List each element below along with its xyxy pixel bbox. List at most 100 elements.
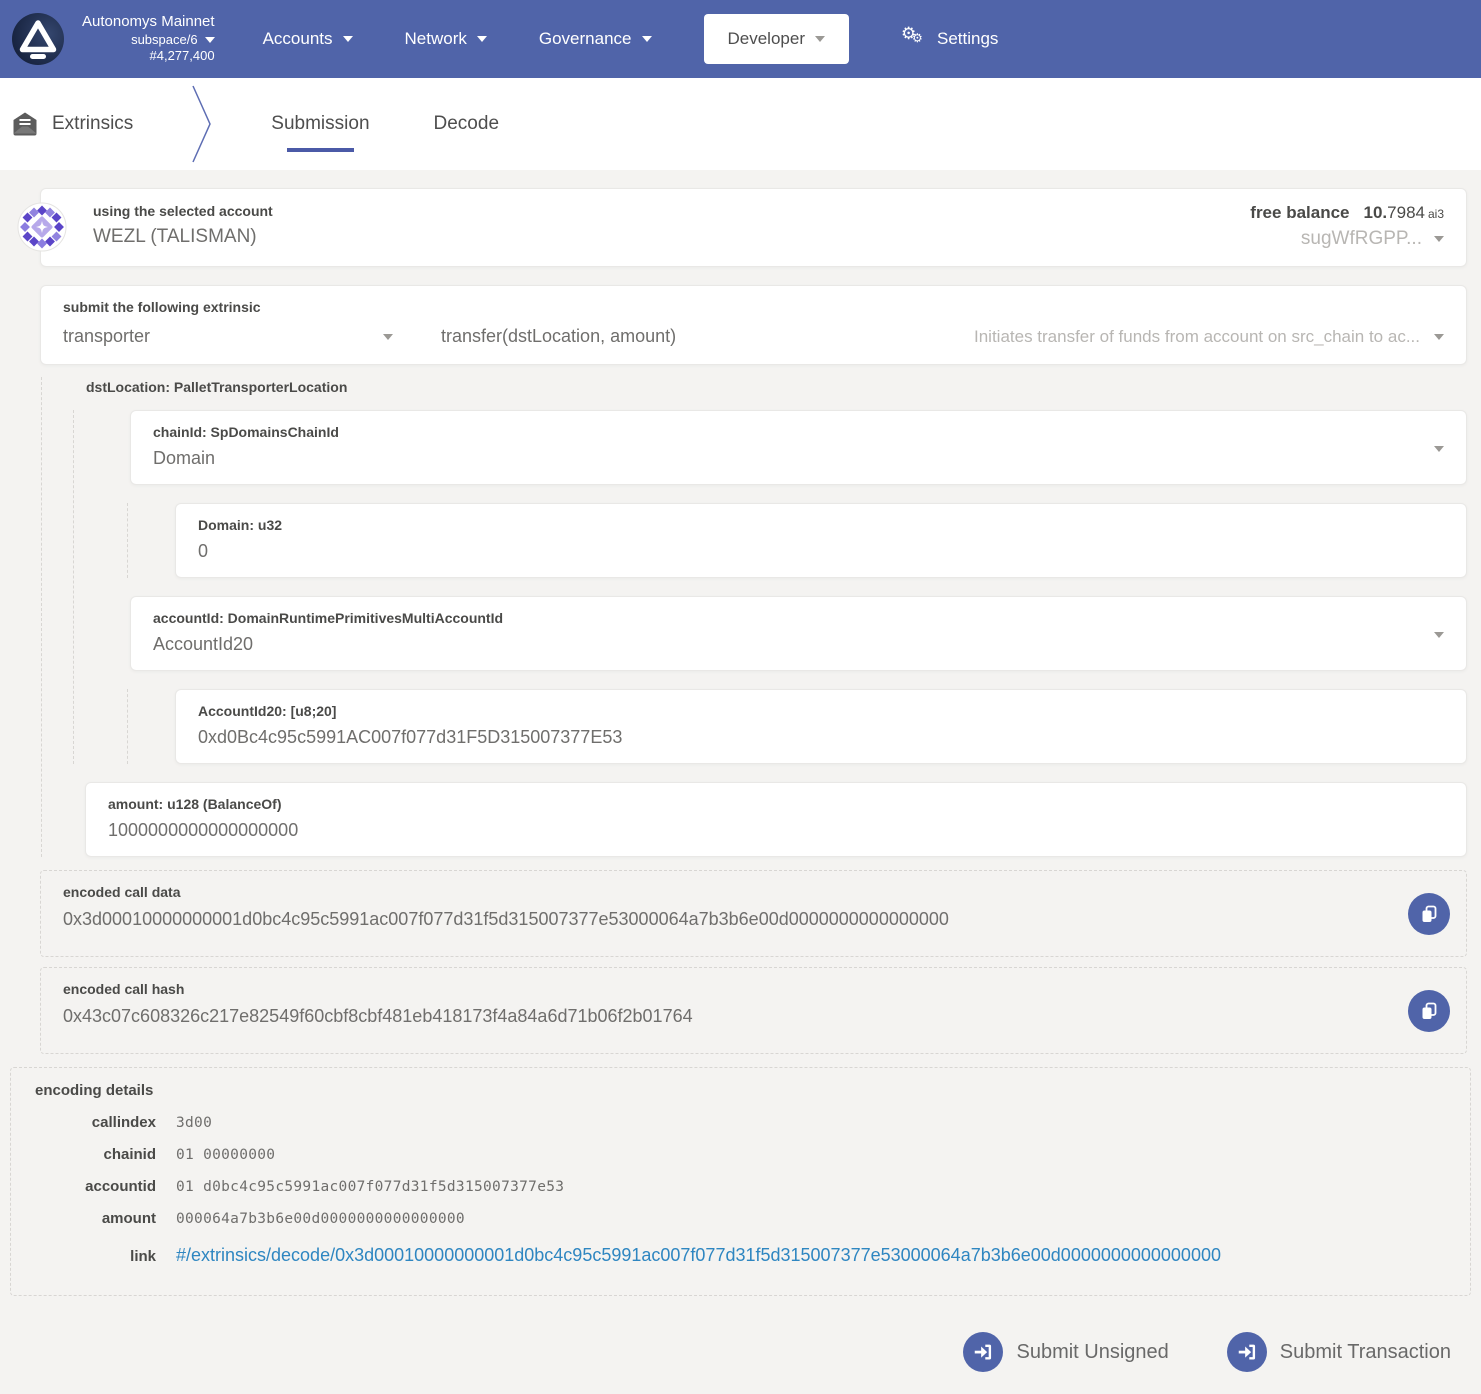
caret-down-icon bbox=[815, 36, 825, 42]
nav-network[interactable]: Network bbox=[405, 29, 487, 49]
encoding-row-value: 000064a7b3b6e00d0000000000000000 bbox=[176, 1203, 465, 1235]
nav-governance[interactable]: Governance bbox=[539, 29, 652, 49]
method-description-text: Initiates transfer of funds from account… bbox=[974, 327, 1420, 347]
encoding-row-label: chainid bbox=[35, 1139, 156, 1171]
page: Autonomys Mainnet subspace/6 #4,277,400 … bbox=[0, 0, 1481, 1394]
encoded-call-data-box: encoded call data 0x3d00010000000001d0bc… bbox=[40, 870, 1467, 957]
decode-link[interactable]: #/extrinsics/decode/0x3d00010000000001d0… bbox=[176, 1235, 1221, 1275]
params-location-children: chainId: SpDomainsChainId Domain Domain:… bbox=[73, 410, 1467, 764]
encoded-call-hash-box: encoded call hash 0x43c07c608326c217e825… bbox=[40, 967, 1467, 1054]
free-balance-value: 10.7984ai3 bbox=[1364, 203, 1444, 223]
account-id20-label: AccountId20: [u8;20] bbox=[198, 703, 1444, 719]
submit-transaction-label: Submit Transaction bbox=[1280, 1341, 1451, 1364]
domain-label: Domain: u32 bbox=[198, 517, 1444, 533]
encoding-row-amount: amount 000064a7b3b6e00d0000000000000000 bbox=[35, 1203, 1446, 1235]
caret-down-icon bbox=[1434, 236, 1444, 242]
amount-input-card: amount: u128 (BalanceOf) bbox=[85, 782, 1467, 857]
block-number-link[interactable]: #4,277,400 bbox=[150, 48, 215, 64]
account-address-short: sugWfRGPP... bbox=[1301, 228, 1422, 250]
account-dropdown[interactable]: sugWfRGPP... bbox=[1301, 228, 1444, 250]
section-title: Extrinsics bbox=[52, 113, 133, 135]
nav-accounts-label: Accounts bbox=[263, 29, 333, 49]
balance-unit: ai3 bbox=[1428, 207, 1444, 221]
encoding-row-label: amount bbox=[35, 1203, 156, 1235]
domain-input[interactable] bbox=[198, 541, 1394, 562]
balance-frac: 7984 bbox=[1387, 203, 1425, 222]
chain-id-children: Domain: u32 bbox=[127, 503, 1467, 578]
method-name: transfer(dstLocation, amount) bbox=[441, 326, 676, 347]
nav-network-label: Network bbox=[405, 29, 467, 49]
tab-submission[interactable]: Submission bbox=[271, 78, 369, 170]
submit-unsigned-label: Submit Unsigned bbox=[1016, 1341, 1168, 1364]
caret-down-icon bbox=[477, 36, 487, 42]
chain-id-select-card[interactable]: chainId: SpDomainsChainId Domain bbox=[130, 410, 1467, 485]
chain-id-label: chainId: SpDomainsChainId bbox=[153, 424, 1444, 440]
domain-input-card: Domain: u32 bbox=[175, 503, 1467, 578]
account-id-value: AccountId20 bbox=[153, 634, 253, 654]
nav-developer-label: Developer bbox=[728, 29, 806, 49]
pallet-name: transporter bbox=[63, 326, 150, 347]
nav-settings-label: Settings bbox=[937, 29, 998, 49]
sign-in-icon bbox=[1227, 1332, 1267, 1372]
free-balance: free balance 10.7984ai3 bbox=[1250, 203, 1444, 223]
account-id-label: accountId: DomainRuntimePrimitivesMultiA… bbox=[153, 610, 1444, 626]
submit-transaction-button[interactable]: Submit Transaction bbox=[1227, 1332, 1451, 1372]
param-dst-location-label: dstLocation: PalletTransporterLocation bbox=[42, 377, 1467, 410]
nav-developer[interactable]: Developer bbox=[704, 14, 850, 64]
autonomys-logo-icon bbox=[10, 11, 66, 67]
amount-input[interactable] bbox=[108, 820, 1391, 841]
copy-call-data-button[interactable] bbox=[1408, 893, 1450, 935]
account-balance-block: free balance 10.7984ai3 sugWfRGPP... bbox=[1250, 203, 1444, 250]
encoded-call-data-value: 0x3d00010000000001d0bc4c95c5991ac007f077… bbox=[63, 909, 949, 929]
submit-unsigned-button[interactable]: Submit Unsigned bbox=[963, 1332, 1168, 1372]
copy-icon bbox=[1419, 1001, 1439, 1021]
encoding-link-label: link bbox=[35, 1241, 156, 1273]
pallet-select[interactable]: transporter bbox=[63, 326, 393, 347]
extrinsic-select-label: submit the following extrinsic bbox=[63, 299, 261, 315]
account-id-children: AccountId20: [u8;20] bbox=[127, 689, 1467, 764]
encoding-row-callindex: callindex 3d00 bbox=[35, 1107, 1446, 1139]
tab-decode[interactable]: Decode bbox=[434, 78, 500, 170]
runtime-selector[interactable]: subspace/6 bbox=[131, 32, 215, 48]
chain-id-value: Domain bbox=[153, 448, 215, 468]
runtime-label: subspace/6 bbox=[131, 32, 198, 48]
caret-down-icon bbox=[383, 334, 393, 340]
params-dst-location-group: dstLocation: PalletTransporterLocation c… bbox=[41, 377, 1467, 857]
extrinsics-submission-panel: using the selected account WEZL (TALISMA… bbox=[0, 170, 1481, 1394]
encoding-row-chainid: chainid 01 00000000 bbox=[35, 1139, 1446, 1171]
account-id-select-card[interactable]: accountId: DomainRuntimePrimitivesMultiA… bbox=[130, 596, 1467, 671]
account-select-card: using the selected account WEZL (TALISMA… bbox=[40, 188, 1467, 267]
app-header: Autonomys Mainnet subspace/6 #4,277,400 … bbox=[0, 0, 1481, 78]
account-info: using the selected account WEZL (TALISMA… bbox=[93, 203, 273, 250]
tab-submission-label: Submission bbox=[271, 113, 369, 135]
encoded-call-hash-value: 0x43c07c608326c217e82549f60cbf8cbf481eb4… bbox=[63, 1006, 693, 1026]
free-balance-label: free balance bbox=[1250, 203, 1349, 223]
method-select[interactable]: transfer(dstLocation, amount) Initiates … bbox=[441, 326, 1444, 347]
copy-icon bbox=[1419, 904, 1439, 924]
encoding-details-title: encoding details bbox=[35, 1082, 1446, 1099]
nav-accounts[interactable]: Accounts bbox=[263, 29, 353, 49]
extrinsic-select-card: submit the following extrinsic transport… bbox=[40, 285, 1467, 365]
account-identicon[interactable] bbox=[17, 202, 67, 252]
nav-governance-label: Governance bbox=[539, 29, 632, 49]
encoded-call-hash-label: encoded call hash bbox=[63, 981, 1396, 997]
encoding-row-label: callindex bbox=[35, 1107, 156, 1139]
caret-down-icon bbox=[343, 36, 353, 42]
sign-in-icon bbox=[963, 1332, 1003, 1372]
account-select-label: using the selected account bbox=[93, 203, 273, 219]
tab-decode-label: Decode bbox=[434, 113, 500, 135]
copy-call-hash-button[interactable] bbox=[1408, 990, 1450, 1032]
caret-down-icon bbox=[205, 37, 215, 43]
nav-settings[interactable]: ⚙⚙ Settings bbox=[901, 27, 998, 51]
encoding-row-label: accountid bbox=[35, 1171, 156, 1203]
breadcrumb-divider-chevron bbox=[191, 84, 213, 164]
caret-down-icon bbox=[1434, 632, 1444, 638]
chain-name: Autonomys Mainnet bbox=[82, 13, 215, 32]
account-name: WEZL (TALISMAN) bbox=[93, 226, 273, 248]
encoding-row-link: link #/extrinsics/decode/0x3d00010000000… bbox=[35, 1235, 1446, 1275]
caret-down-icon bbox=[642, 36, 652, 42]
method-description: Initiates transfer of funds from account… bbox=[974, 327, 1444, 347]
encoded-call-data-label: encoded call data bbox=[63, 884, 1396, 900]
caret-down-icon bbox=[1434, 446, 1444, 452]
account-id20-input[interactable] bbox=[198, 727, 1394, 748]
